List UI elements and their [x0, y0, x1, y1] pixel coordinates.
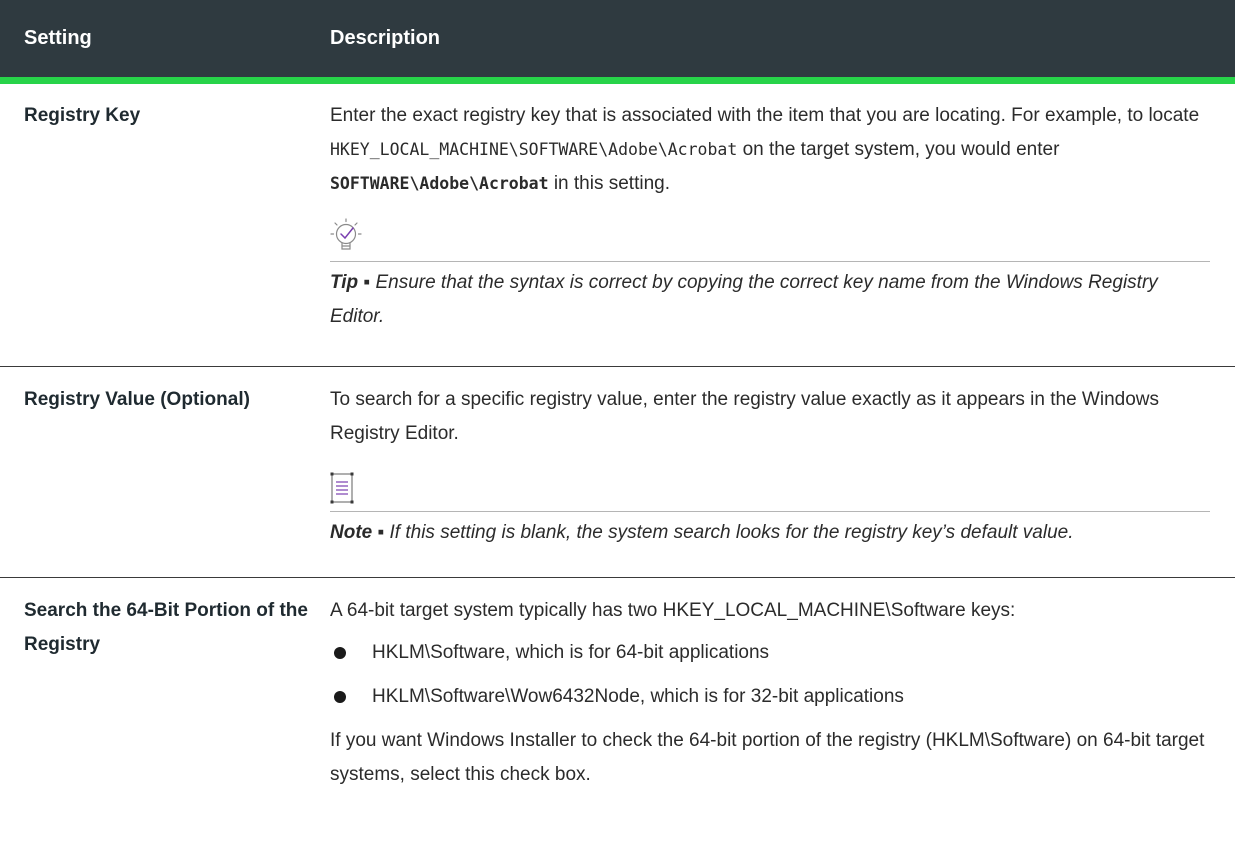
settings-table: Setting Description Registry Key Enter t… [0, 0, 1235, 853]
list-item-text: HKLM\Software, which is for 64-bit appli… [372, 642, 770, 663]
table-row: Registry Key Enter the exact registry ke… [0, 84, 1235, 367]
description-part: Enter the exact registry key that is ass… [330, 105, 1200, 126]
lightbulb-check-icon [330, 209, 1210, 257]
callout-divider [330, 261, 1210, 262]
bullet-icon [334, 691, 346, 703]
callout-divider [330, 511, 1210, 512]
setting-name: Registry Key [24, 105, 141, 126]
description-intro: A 64-bit target system typically has two… [330, 600, 1016, 621]
note-icon [330, 459, 1210, 507]
header-description: Description [330, 27, 441, 49]
note-body: If this setting is blank, the system sea… [384, 522, 1074, 543]
code-path: HKEY_LOCAL_MACHINE\SOFTWARE\Adobe\Acroba… [330, 140, 738, 159]
description-part: on the target system, you would enter [737, 139, 1060, 160]
setting-name: Registry Value (Optional) [24, 389, 250, 410]
setting-name: Search the 64-Bit Portion of the Registr… [24, 600, 308, 655]
description-text: Enter the exact registry key that is ass… [330, 99, 1210, 201]
note-callout: Note ▪ If this setting is blank, the sys… [330, 459, 1210, 550]
setting-description: Enter the exact registry key that is ass… [330, 99, 1210, 366]
list-item: HKLM\Software\Wow6432Node, which is for … [330, 680, 1210, 714]
table-header: Setting Description [0, 0, 1235, 84]
bullet-icon [334, 647, 346, 659]
note-label: Note ▪ [330, 522, 385, 543]
table-row: Registry Value (Optional) To search for … [0, 367, 1235, 578]
list-item-text: HKLM\Software\Wow6432Node, which is for … [372, 686, 904, 707]
note-text: Note ▪ If this setting is blank, the sys… [330, 516, 1210, 550]
setting-description: To search for a specific registry value,… [330, 383, 1210, 577]
header-setting: Setting [24, 27, 92, 49]
tip-body: Ensure that the syntax is correct by cop… [330, 272, 1158, 327]
tip-text: Tip ▪ Ensure that the syntax is correct … [330, 266, 1210, 334]
description-outro: If you want Windows Installer to check t… [330, 730, 1205, 785]
table-row: Search the 64-Bit Portion of the Registr… [0, 578, 1235, 853]
description-part: in this setting. [548, 173, 670, 194]
setting-description: A 64-bit target system typically has two… [330, 594, 1210, 853]
description-text: To search for a specific registry value,… [330, 389, 1159, 444]
tip-label: Tip ▪ [330, 272, 371, 293]
code-path-bold: SOFTWARE\Adobe\Acrobat [330, 174, 549, 193]
tip-callout: Tip ▪ Ensure that the syntax is correct … [330, 209, 1210, 334]
bullet-list: HKLM\Software, which is for 64-bit appli… [330, 636, 1210, 714]
list-item: HKLM\Software, which is for 64-bit appli… [330, 636, 1210, 670]
